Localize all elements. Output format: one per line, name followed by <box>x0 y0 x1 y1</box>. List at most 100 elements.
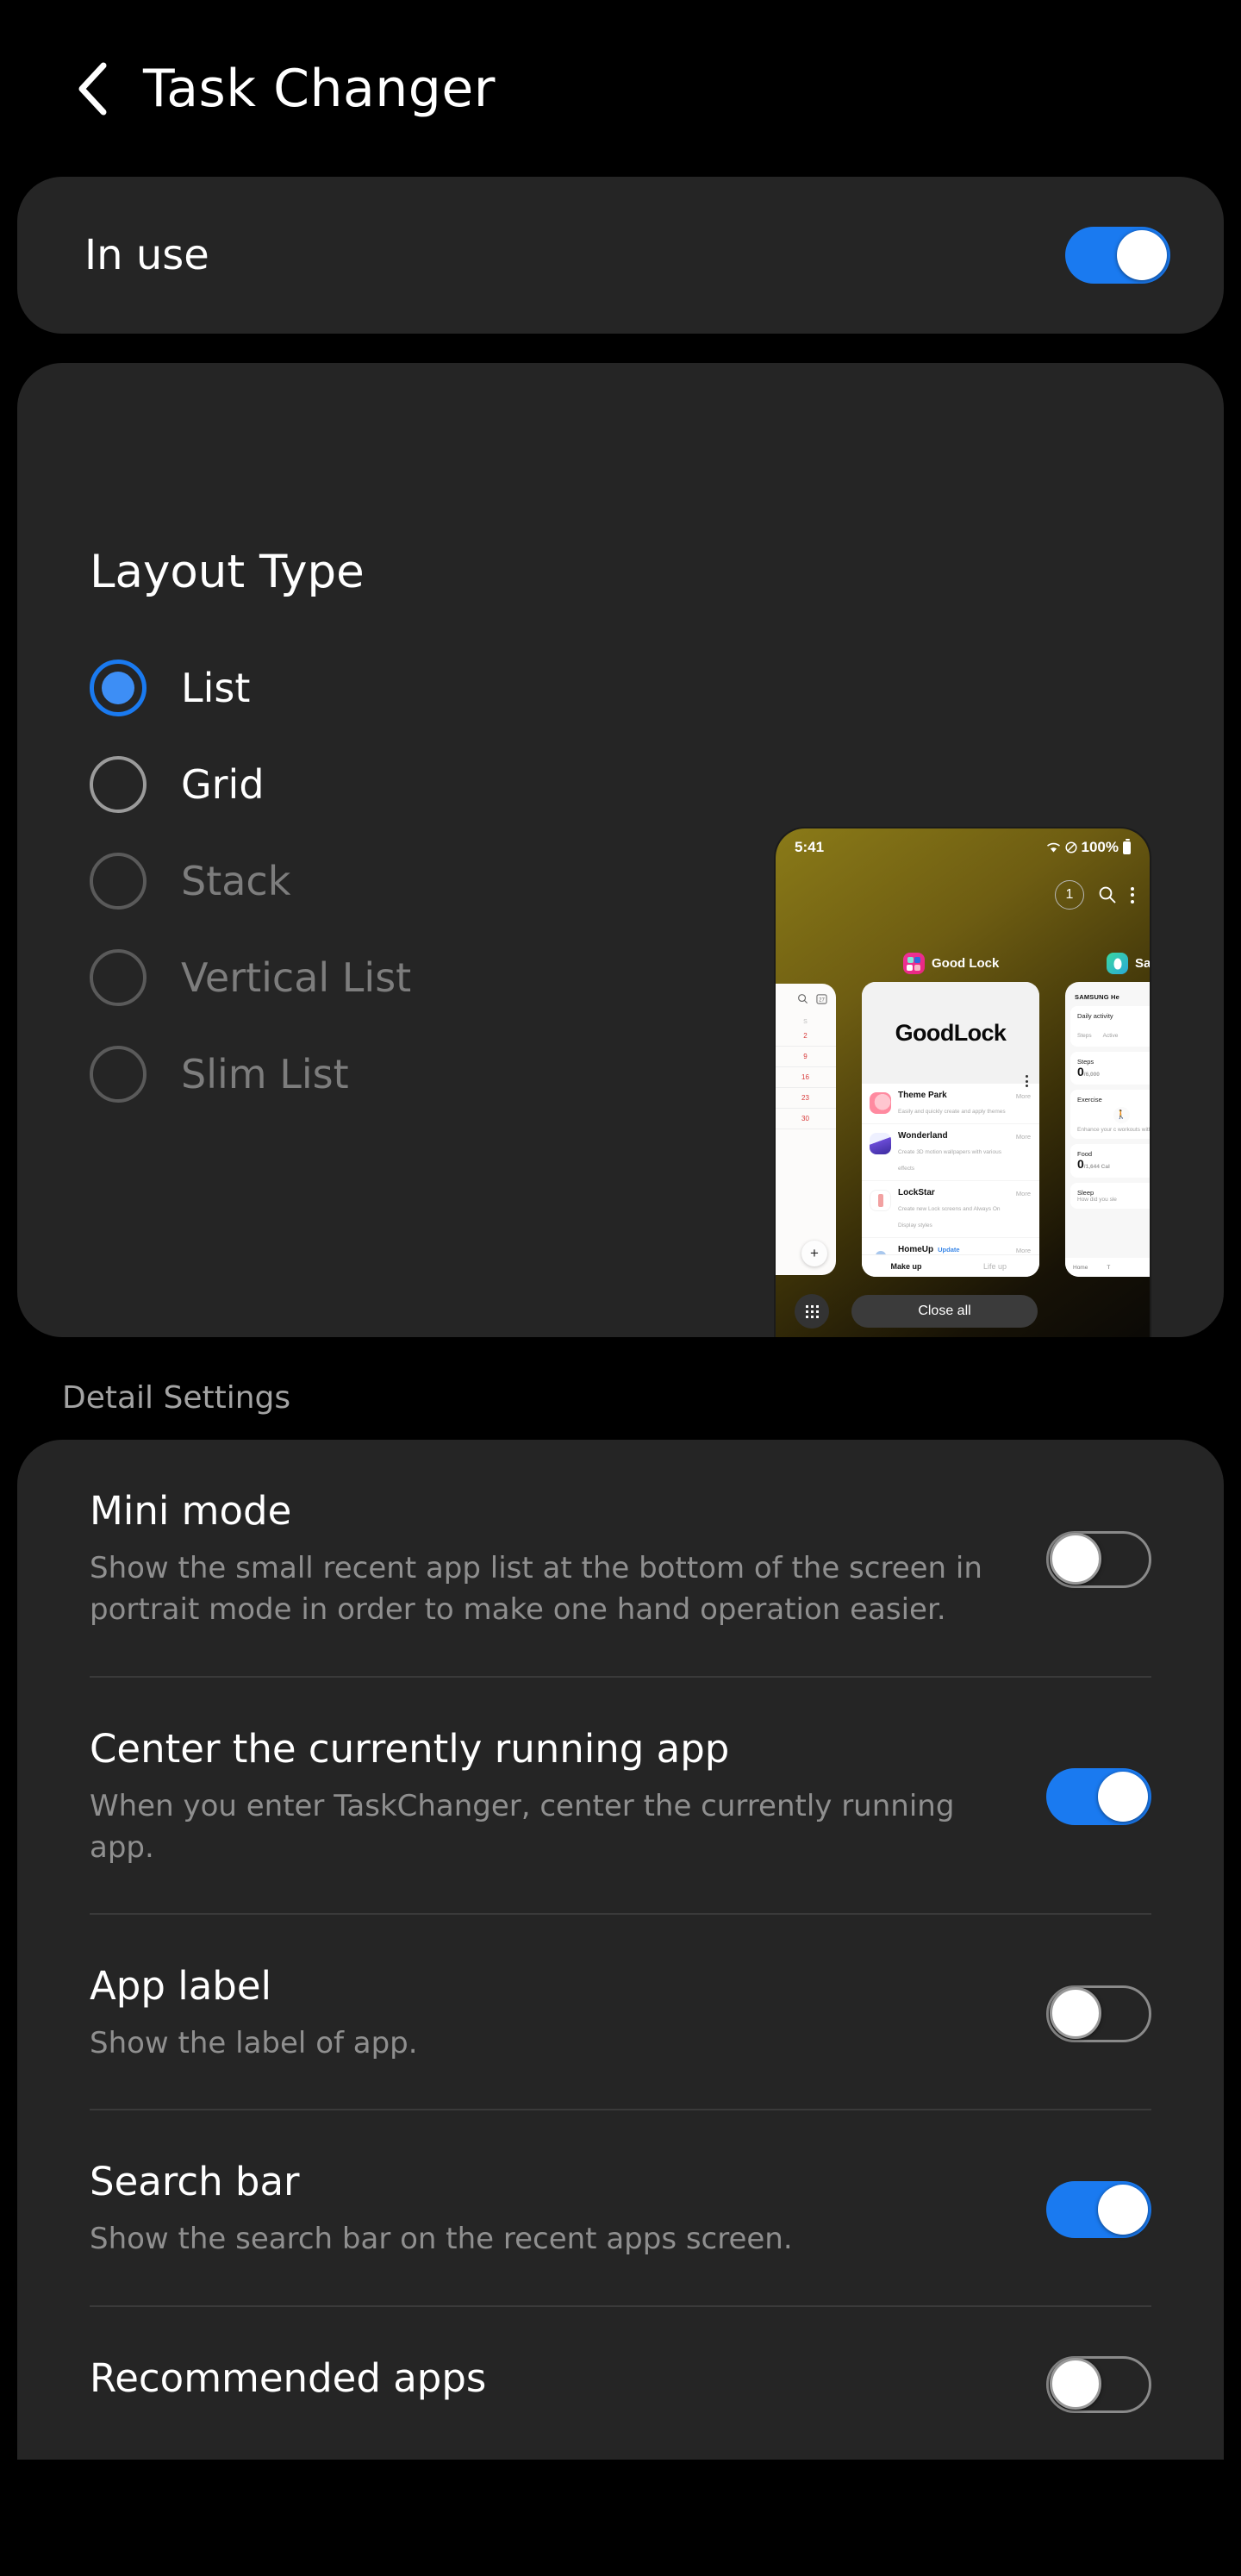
mini-mode-toggle[interactable] <box>1046 1530 1151 1588</box>
calendar-grid: SS 12 89 1516 2223 2930 <box>776 1004 836 1129</box>
recent-app-label-goodlock: Good Lock <box>903 953 999 974</box>
layout-option-label: Vertical List <box>181 954 412 1001</box>
setting-desc: Show the small recent app list at the bo… <box>90 1551 982 1628</box>
health-section-label: Food <box>1077 1150 1093 1159</box>
in-use-card[interactable]: In use <box>17 177 1224 334</box>
layout-option-list[interactable]: List <box>90 640 620 736</box>
module-action[interactable]: More <box>1016 1247 1031 1254</box>
app-grid-icon[interactable] <box>795 1294 829 1329</box>
toggle-knob <box>1098 1772 1148 1823</box>
setting-recommended-apps[interactable]: Recommended apps <box>90 2304 1151 2460</box>
calendar-add-button[interactable]: + <box>801 1241 827 1266</box>
radio-icon <box>90 853 147 910</box>
list-item[interactable]: LockStar Create new Lock screens and Alw… <box>862 1181 1039 1238</box>
toggle-knob <box>1050 1986 1101 2039</box>
setting-title: Mini mode <box>90 1488 292 1534</box>
health-food: Food 0/1,644 Cal <box>1070 1144 1150 1178</box>
calendar-day: 16 <box>801 1073 809 1081</box>
goodlock-hero: GoodLock <box>862 982 1039 1084</box>
setting-title: Recommended apps <box>90 2354 487 2401</box>
more-vertical-icon[interactable] <box>1131 886 1134 903</box>
health-sleep: Sleep How did you sle <box>1070 1182 1150 1209</box>
detail-settings-card: Mini mode Show the small recent app list… <box>17 1440 1224 2460</box>
page-title: Task Changer <box>143 58 496 119</box>
toggle-knob <box>1050 1532 1101 1585</box>
preview-battery-percent: 100% <box>1081 839 1119 855</box>
lockstar-icon <box>870 1190 891 1211</box>
setting-title: Search bar <box>90 2159 300 2205</box>
svg-text:27: 27 <box>819 997 825 1003</box>
health-section-label: Exercise <box>1077 1096 1102 1104</box>
steps-goal: /6,000 <box>1083 1072 1100 1078</box>
layout-type-title: Layout Type <box>90 546 365 598</box>
layout-type-card: Layout Type List Grid Stack Vertical Lis… <box>17 363 1224 1337</box>
exercise-desc: Enhance your c workouts with <box>1077 1127 1150 1134</box>
layout-preview: 5:41 100% 1 27 S 2 9 16 23 30 + Good Loc… <box>776 828 1150 1337</box>
center-running-app-toggle[interactable] <box>1046 1768 1151 1826</box>
layout-option-slim-list: Slim List <box>90 1026 620 1122</box>
layout-option-label: Grid <box>181 761 265 808</box>
sleep-desc: How did you sle <box>1077 1196 1117 1203</box>
module-desc: Easily and quickly create and apply them… <box>898 1109 1006 1115</box>
recent-card-goodlock[interactable]: GoodLock Theme Park Easily and quickly c… <box>862 982 1039 1277</box>
layout-option-label: Stack <box>181 858 291 904</box>
recommended-apps-toggle[interactable] <box>1046 2356 1151 2414</box>
recent-card-samsung-health[interactable]: SAMSUNG He Daily activity Steps Active S… <box>1065 982 1150 1277</box>
radio-icon <box>90 756 147 813</box>
layout-option-stack: Stack <box>90 833 620 929</box>
goodlock-icon <box>903 953 925 974</box>
app-label-toggle[interactable] <box>1046 1985 1151 2042</box>
layout-type-options: Layout Type List Grid Stack Vertical Lis… <box>17 363 620 1337</box>
calendar-day: 23 <box>801 1094 809 1102</box>
setting-desc: Show the label of app. <box>90 2026 418 2061</box>
health-steps: Steps 0/6,000 <box>1070 1052 1150 1085</box>
layout-option-grid[interactable]: Grid <box>90 736 620 833</box>
nav-together[interactable]: T <box>1107 1265 1110 1271</box>
health-bottom-nav: Home T <box>1065 1258 1150 1277</box>
calendar-weekday: S <box>803 1019 808 1025</box>
in-use-toggle[interactable] <box>1065 227 1170 284</box>
health-title: SAMSUNG He <box>1075 993 1120 1001</box>
module-action[interactable]: More <box>1016 1092 1031 1100</box>
search-bar-toggle[interactable] <box>1046 2180 1151 2238</box>
setting-desc: Show the search bar on the recent apps s… <box>90 2222 793 2257</box>
radio-icon <box>90 949 147 1006</box>
search-icon <box>798 994 808 1004</box>
recent-card-calendar[interactable]: 27 SS 12 89 1516 2223 2930 + <box>776 984 836 1275</box>
theme-park-icon <box>870 1092 891 1114</box>
search-icon[interactable] <box>1098 885 1117 904</box>
radio-icon <box>90 1046 147 1103</box>
tab-life-up[interactable]: Life up <box>951 1262 1039 1271</box>
toggle-knob <box>1098 2184 1148 2235</box>
module-name: LockStar <box>898 1188 935 1197</box>
back-button[interactable] <box>60 57 124 121</box>
recent-app-label-health: Sams <box>1107 953 1150 974</box>
calendar-today-icon: 27 <box>816 994 827 1004</box>
nav-home[interactable]: Home <box>1073 1265 1088 1271</box>
preview-badge-count[interactable]: 1 <box>1055 880 1084 910</box>
radio-icon <box>90 660 147 716</box>
calendar-day: 2 <box>803 1032 808 1040</box>
module-desc: Create 3D motion wallpapers with various… <box>898 1149 1001 1172</box>
update-badge: Update <box>938 1246 960 1254</box>
setting-app-label[interactable]: App label Show the label of app. <box>90 1913 1151 2109</box>
module-name: Wonderland <box>898 1131 948 1141</box>
toggle-knob <box>1117 230 1167 280</box>
module-name: Theme Park <box>898 1091 947 1100</box>
module-desc: Create new Lock screens and Always On Di… <box>898 1206 1001 1229</box>
layout-option-label: Slim List <box>181 1051 349 1097</box>
module-action[interactable]: More <box>1016 1190 1031 1197</box>
tab-make-up[interactable]: Make up <box>862 1262 951 1271</box>
calendar-day: 30 <box>801 1115 809 1122</box>
setting-title: App label <box>90 1963 272 2010</box>
module-action[interactable]: More <box>1016 1133 1031 1141</box>
calendar-day: 9 <box>803 1053 808 1060</box>
setting-mini-mode[interactable]: Mini mode Show the small recent app list… <box>90 1440 1151 1676</box>
list-item[interactable]: Theme Park Easily and quickly create and… <box>862 1084 1039 1124</box>
list-item[interactable]: Wonderland Create 3D motion wallpapers w… <box>862 1124 1039 1181</box>
health-section-label: Daily activity <box>1077 1012 1113 1020</box>
setting-search-bar[interactable]: Search bar Show the search bar on the re… <box>90 2109 1151 2304</box>
wonderland-icon <box>870 1133 891 1154</box>
setting-center-running-app[interactable]: Center the currently running app When yo… <box>90 1675 1151 1914</box>
close-all-button[interactable]: Close all <box>851 1295 1038 1328</box>
